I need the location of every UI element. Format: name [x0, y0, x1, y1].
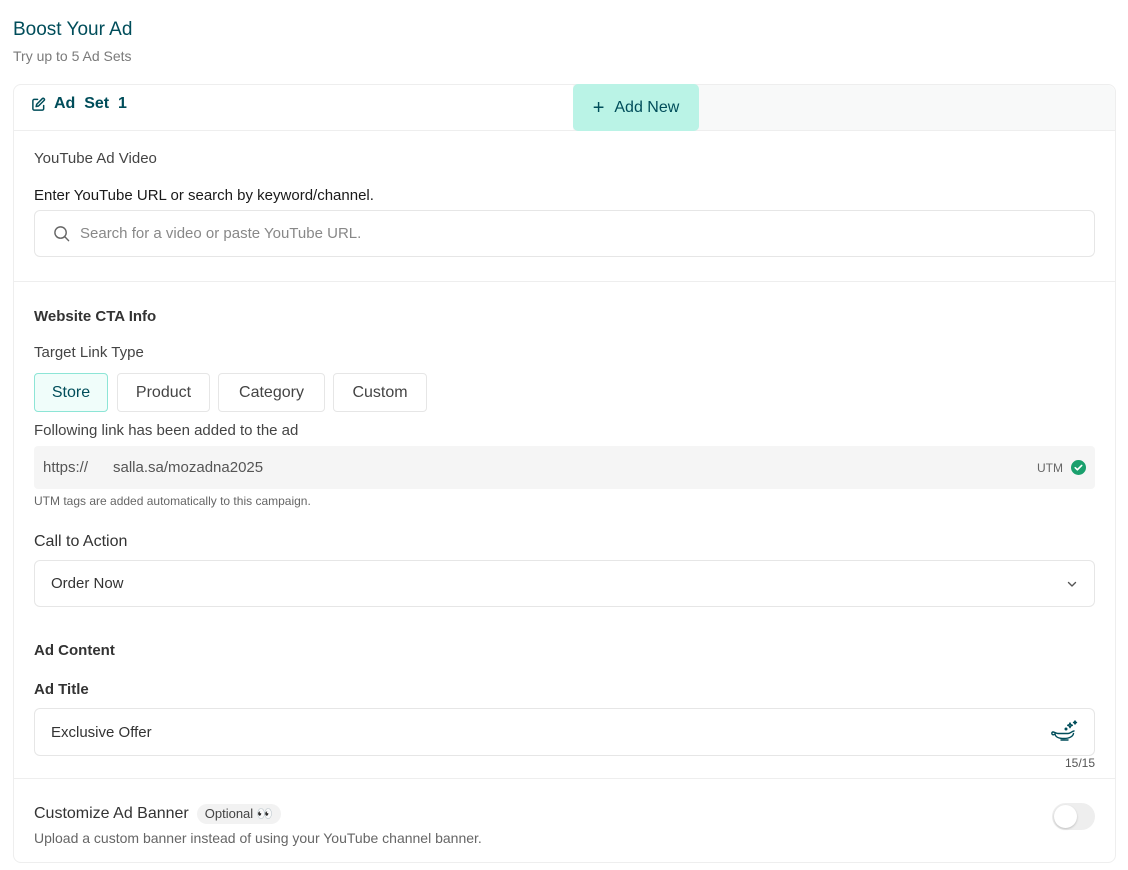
link-added-label: Following link has been added to the ad [34, 422, 299, 439]
page-subtitle: Try up to 5 Ad Sets [13, 48, 132, 64]
edit-icon [32, 97, 46, 111]
add-new-button[interactable]: + Add New [573, 84, 699, 131]
ad-title-value: Exclusive Offer [51, 723, 152, 741]
video-search-input[interactable]: Search for a video or paste YouTube URL. [34, 210, 1095, 257]
tab-ad-set-1[interactable]: Ad Set 1 [31, 95, 127, 113]
title-char-counter: 15/15 [1064, 756, 1095, 770]
search-icon [54, 226, 70, 242]
link-url: salla.sa/mozadna2025 [113, 459, 264, 476]
call-to-action-label: Call to Action [34, 533, 128, 550]
website-cta-section-label: Website CTA Info [34, 308, 157, 325]
utm-label: UTM [1037, 460, 1063, 475]
customize-banner-row: Customize Ad Banner Optional 👀 [34, 804, 281, 824]
youtube-field-label: Enter YouTube URL or search by keyword/c… [34, 187, 374, 204]
search-placeholder: Search for a video or paste YouTube URL. [80, 225, 362, 242]
ad-title-input[interactable]: Exclusive Offer [34, 708, 1095, 756]
link-type-category[interactable]: Category [218, 373, 325, 412]
link-type-store[interactable]: Store [34, 373, 108, 412]
link-type-custom[interactable]: Custom [333, 373, 427, 412]
ad-set-card: Ad Set 1 + Add New YouTube Ad Video Ente… [13, 84, 1116, 863]
toggle-knob [1054, 805, 1077, 828]
add-new-label: Add New [614, 98, 680, 116]
tab-label: Ad Set 1 [54, 95, 127, 112]
call-to-action-select[interactable]: Order Now [34, 560, 1095, 607]
plus-icon: + [592, 96, 605, 119]
target-link-type-label: Target Link Type [34, 344, 144, 361]
link-prefix: https:// [43, 459, 89, 476]
target-link-field: https:// salla.sa/mozadna2025 UTM [34, 446, 1095, 489]
youtube-section-label: YouTube Ad Video [34, 150, 157, 167]
ad-set-tabs: Ad Set 1 + Add New [14, 84, 1115, 131]
magic-lamp-icon[interactable] [1050, 719, 1080, 745]
check-circle-icon [1071, 460, 1086, 475]
utm-hint: UTM tags are added automatically to this… [34, 494, 311, 508]
customize-banner-description: Upload a custom banner instead of using … [34, 830, 482, 846]
customize-banner-label: Customize Ad Banner [34, 805, 189, 822]
optional-badge: Optional 👀 [196, 804, 281, 824]
call-to-action-value: Order Now [51, 575, 124, 592]
chevron-down-icon [1067, 581, 1077, 587]
ad-content-section-label: Ad Content [34, 642, 115, 659]
ad-title-label: Ad Title [34, 681, 89, 698]
page-title: Boost Your Ad [13, 19, 133, 40]
link-type-product[interactable]: Product [117, 373, 210, 412]
customize-banner-toggle[interactable] [1052, 803, 1095, 830]
